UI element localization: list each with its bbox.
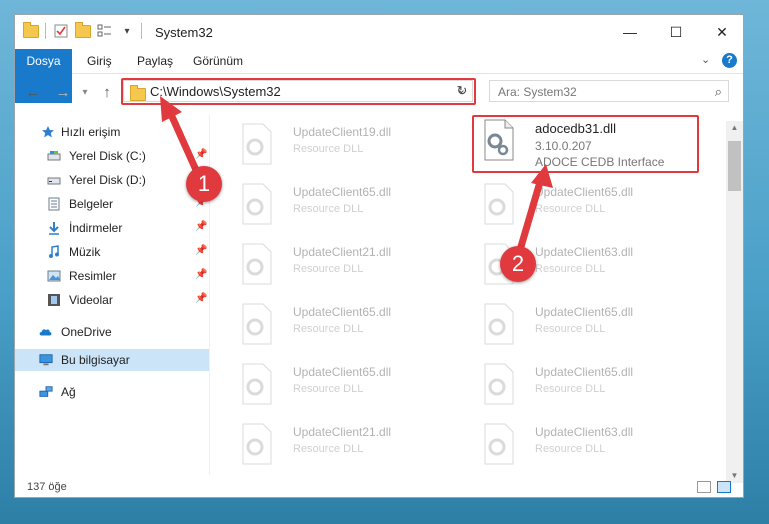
annotation-arrows [160,96,553,254]
callout-1: 1 [186,166,222,202]
callout-2: 2 [500,246,536,282]
